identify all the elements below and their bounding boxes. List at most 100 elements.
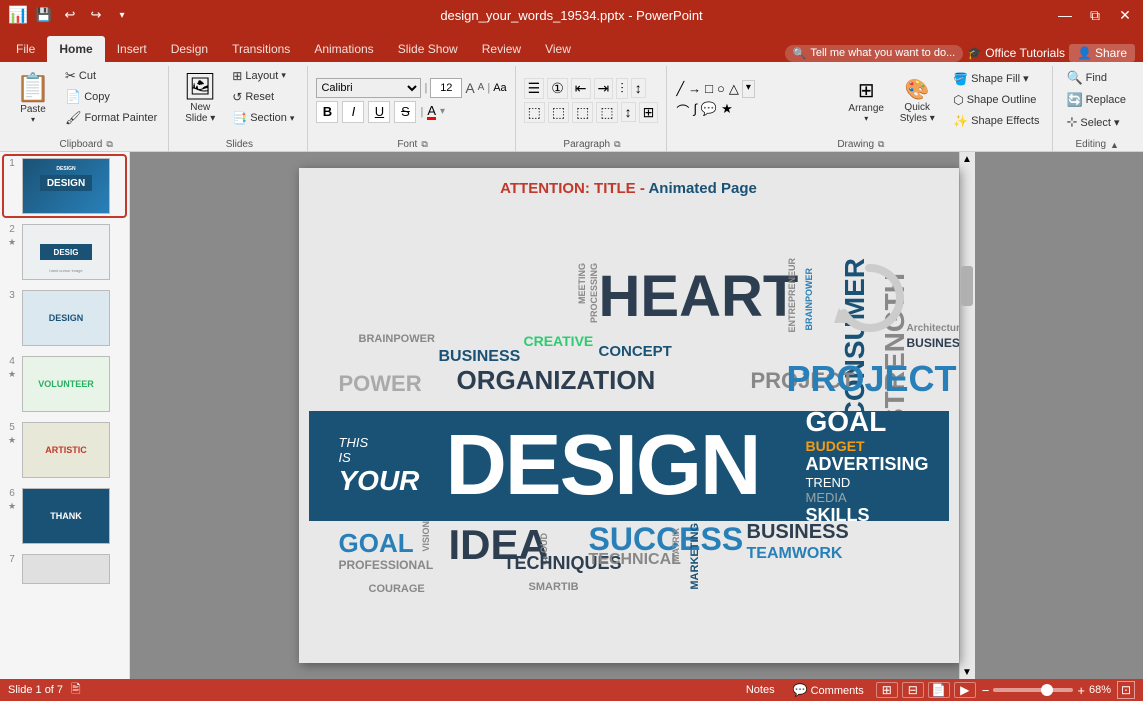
new-slide-btn[interactable]: 🖼 New Slide ▾ [177,66,223,128]
shape-callout-btn[interactable]: 💬 [700,100,718,121]
underline-btn[interactable]: U [368,101,390,123]
replace-btn[interactable]: 🔄Replace [1061,90,1131,110]
align-center-btn[interactable]: ⬚ [548,102,569,123]
undo-quick-btn[interactable]: ↩ [60,5,80,25]
layout-btn[interactable]: ⊞Layout▾ [227,66,299,85]
tell-me-box[interactable]: 🔍 Tell me what you want to do... [785,45,964,62]
shape-curve-btn[interactable]: ⌒ [675,100,690,121]
tab-view[interactable]: View [533,36,583,62]
fit-slide-btn[interactable]: ⊡ [1117,681,1135,699]
strikethrough-btn[interactable]: S [394,101,416,123]
save-quick-btn[interactable]: 💾 [34,5,54,25]
slide-thumb-5[interactable]: 5 ★ ARTISTIC [4,420,125,480]
slide-thumb-7[interactable]: 7 [4,552,125,586]
font-family-select[interactable]: Calibri [316,78,421,98]
minimize-btn[interactable]: — [1055,5,1075,25]
zoom-slider[interactable] [993,688,1073,692]
shape-rect-btn[interactable]: □ [704,80,714,98]
close-btn[interactable]: ✕ [1115,5,1135,25]
zoom-out-btn[interactable]: − [982,683,990,698]
font-size-up-btn[interactable]: A [465,80,474,96]
justify-btn[interactable]: ⬚ [596,102,617,123]
cut-btn[interactable]: ✂Cut [60,66,162,86]
zoom-in-btn[interactable]: + [1077,683,1085,698]
scroll-thumb[interactable] [961,266,973,306]
scroll-down-btn[interactable]: ▼ [960,665,974,679]
find-btn[interactable]: 🔍Find [1061,68,1131,88]
font-color-dropdown[interactable]: ▾ [440,106,445,117]
section-btn[interactable]: 📑Section▾ [227,109,299,128]
paste-btn[interactable]: 📋 Paste ▾ [10,66,56,128]
reading-view-btn[interactable]: 📄 [928,682,950,698]
tab-review[interactable]: Review [470,36,533,62]
copy-btn[interactable]: 📄Copy [60,87,162,107]
align-left-btn[interactable]: ⬚ [524,102,545,123]
numbering-btn[interactable]: ① [547,78,568,99]
ribbon-collapse-btn[interactable]: ▲ [1110,140,1119,150]
restore-btn[interactable]: ⧉ [1085,5,1105,25]
font-size-down-btn[interactable]: A [478,82,485,93]
canvas-area[interactable]: ATTENTION: TITLE - Animated Page THIS IS… [130,152,1143,679]
shape-arrow-btn[interactable]: → [687,80,702,98]
font-expand[interactable]: ⧉ [421,139,427,150]
text-direction-btn[interactable]: ↕ [631,78,646,98]
slide-thumb-1[interactable]: 1 DESIGN DESIGN [4,156,125,216]
align-right-btn[interactable]: ⬚ [572,102,593,123]
clear-format-btn[interactable]: Aa [493,82,506,94]
drawing-group: ╱ → □ ○ △ ▾ ⌒ ∫ 💬 ★ ⊞ Arrange ▾ [669,66,1053,151]
shape-outline-btn[interactable]: ⬡Shape Outline [948,90,1044,109]
reset-btn[interactable]: ↺Reset [227,87,299,106]
shape-circle-btn[interactable]: ○ [716,80,726,98]
decrease-indent-btn[interactable]: ⇤ [571,78,591,99]
shape-star-btn[interactable]: ★ [720,100,734,121]
share-btn[interactable]: 👤Share [1069,44,1135,62]
smart-art-btn[interactable]: ⊞ [639,102,659,123]
redo-quick-btn[interactable]: ↪ [86,5,106,25]
notes-btn[interactable]: Notes [740,683,781,697]
italic-btn[interactable]: I [342,101,364,123]
slide-thumb-2[interactable]: 2 ★ DESIG hand cursor image [4,222,125,282]
comments-btn[interactable]: 💬 Comments [787,682,870,698]
tab-transitions[interactable]: Transitions [220,36,302,62]
shapes-more-btn[interactable]: ▾ [742,80,755,98]
bold-btn[interactable]: B [316,101,338,123]
font-color-btn[interactable]: A [427,104,436,120]
slide-thumb-6[interactable]: 6 ★ THANK [4,486,125,546]
format-painter-btn[interactable]: 🖌Format Painter [60,108,162,128]
quick-styles-btn[interactable]: 🎨 Quick Styles ▾ [892,69,942,131]
select-btn[interactable]: ⊹Select ▾ [1061,112,1131,132]
tab-file[interactable]: File [4,36,47,62]
arrange-btn[interactable]: ⊞ Arrange ▾ [846,69,886,131]
slide-thumb-4[interactable]: 4 ★ VOLUNTEER [4,354,125,414]
tab-design[interactable]: Design [159,36,220,62]
increase-indent-btn[interactable]: ⇥ [594,78,614,99]
line-spacing-btn[interactable]: ↕ [621,102,636,122]
scroll-up-btn[interactable]: ▲ [960,152,974,166]
office-tutorials-btn[interactable]: 🎓Office Tutorials [967,46,1065,60]
tab-animations[interactable]: Animations [302,36,385,62]
customize-quick-btn[interactable]: ▾ [112,5,132,25]
shape-fill-btn[interactable]: 🪣Shape Fill ▾ [948,69,1044,88]
slide-sorter-btn[interactable]: ⊟ [902,682,924,698]
font-size-input[interactable] [430,78,462,98]
normal-view-btn[interactable]: ⊞ [876,682,898,698]
shape-line-btn[interactable]: ╱ [675,80,685,98]
tab-home[interactable]: Home [47,36,104,62]
drawing-expand[interactable]: ⧉ [878,139,884,150]
bullets-btn[interactable]: ☰ [524,78,545,99]
clipboard-expand[interactable]: ⧉ [106,139,112,150]
scroll-track[interactable] [960,166,974,665]
columns-btn[interactable]: ⫶ [616,78,628,99]
slide-thumb-3[interactable]: 3 DESIGN [4,288,125,348]
zoom-area: − + 68% [982,683,1111,698]
v-scrollbar[interactable]: ▲ ▼ [959,152,975,679]
shape-effects-btn[interactable]: ✨Shape Effects [948,112,1044,131]
tab-insert[interactable]: Insert [105,36,159,62]
zoom-thumb[interactable] [1041,684,1053,696]
slide-canvas[interactable]: ATTENTION: TITLE - Animated Page THIS IS… [299,168,959,663]
tab-slideshow[interactable]: Slide Show [386,36,470,62]
shape-freeform-btn[interactable]: ∫ [692,100,698,121]
slideshow-view-btn[interactable]: ▶ [954,682,976,698]
paragraph-expand[interactable]: ⧉ [614,139,620,150]
shape-triangle-btn[interactable]: △ [728,80,740,98]
